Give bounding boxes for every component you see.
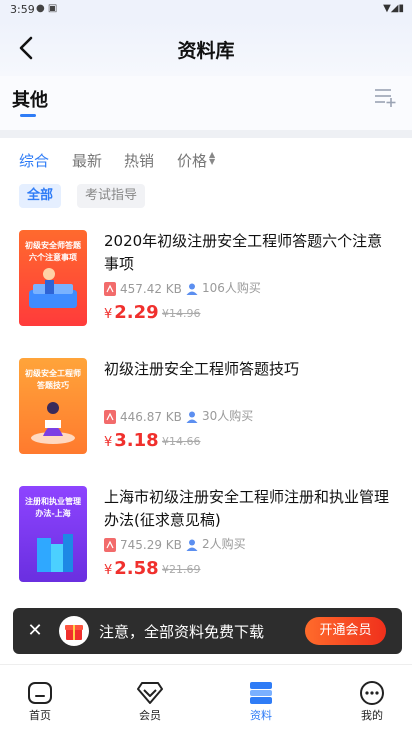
chat-dots-icon xyxy=(360,681,384,705)
item-price: ¥2.58 xyxy=(104,558,159,579)
list-item[interactable]: 注册和执业管理办法-上海 上海市初级注册安全工程师注册和执业管理办法(征求意见稿… xyxy=(0,486,412,596)
item-buyers: 2人购买 xyxy=(186,536,246,552)
item-buyers: 106人购买 xyxy=(186,280,261,296)
status-bar: 3:59 ● ▣ ▼◢▮ xyxy=(0,0,412,20)
item-price: ¥3.18 xyxy=(104,430,159,451)
stacked-docs-icon xyxy=(250,682,272,704)
category-underline xyxy=(20,114,36,117)
item-buyers: 30人购买 xyxy=(186,408,253,424)
person-icon xyxy=(186,411,198,423)
diamond-icon xyxy=(137,682,163,704)
pdf-icon xyxy=(104,409,116,424)
item-title: 2020年初级注册安全工程师答题六个注意事项 xyxy=(104,232,383,273)
category-title[interactable]: 其他 xyxy=(12,86,48,112)
item-size: 745.29 KB xyxy=(104,536,182,552)
pdf-icon xyxy=(104,537,116,552)
open-membership-button[interactable]: 开通会员 xyxy=(305,617,386,645)
sort-latest[interactable]: 最新 xyxy=(72,150,102,171)
item-thumbnail: 初级安全师答题六个注意事项 xyxy=(19,230,87,326)
promo-banner: ✕ 注意，全部资料免费下载 开通会员 xyxy=(13,608,402,654)
item-thumbnail: 注册和执业管理办法-上海 xyxy=(19,486,87,582)
bottom-tab-bar: 首页 会员 资料 我的 xyxy=(0,664,412,734)
section-divider xyxy=(0,130,412,138)
item-size: 457.42 KB xyxy=(104,280,182,296)
list-item[interactable]: 初级安全工程师答题技巧 初级注册安全工程师答题技巧 446.87 KB 30人购… xyxy=(0,358,412,468)
person-icon xyxy=(186,283,198,295)
tab-label: 首页 xyxy=(29,709,51,722)
close-icon[interactable]: ✕ xyxy=(23,619,47,643)
item-title: 初级注册安全工程师答题技巧 xyxy=(104,360,300,378)
home-icon xyxy=(28,682,52,704)
gift-icon xyxy=(59,616,89,646)
filter-exam-guide[interactable]: 考试指导 xyxy=(77,184,146,208)
tab-materials[interactable]: 资料 xyxy=(231,665,291,734)
header: 资料库 xyxy=(0,20,412,76)
list-add-icon xyxy=(375,89,396,107)
item-original-price: ¥21.69 xyxy=(162,563,201,576)
person-icon xyxy=(186,539,198,551)
promo-text: 注意，全部资料免费下载 xyxy=(99,623,265,641)
tab-label: 我的 xyxy=(361,709,383,722)
signal-battery-icons: ▼◢▮ xyxy=(383,3,404,14)
books-illustration-icon xyxy=(37,534,73,572)
sort-comprehensive[interactable]: 综合 xyxy=(19,150,49,171)
filter-all[interactable]: 全部 xyxy=(19,184,62,208)
list-item[interactable]: 初级安全师答题六个注意事项 2020年初级注册安全工程师答题六个注意事项 457… xyxy=(0,230,412,340)
item-original-price: ¥14.66 xyxy=(162,435,201,448)
tab-label: 会员 xyxy=(139,709,161,722)
page-title: 资料库 xyxy=(177,40,235,62)
sort-arrows-icon: ▲ ▼ xyxy=(209,150,216,166)
sort-price[interactable]: 价格 xyxy=(177,150,207,171)
item-title: 上海市初级注册安全工程师注册和执业管理办法(征求意见稿) xyxy=(104,488,390,529)
sort-bar: 综合 最新 热销 价格 ▲ ▼ xyxy=(0,148,412,172)
pdf-icon xyxy=(104,281,116,296)
tab-membership[interactable]: 会员 xyxy=(120,665,180,734)
notification-icons: ● ▣ xyxy=(36,3,58,14)
tab-label: 资料 xyxy=(250,709,272,722)
sort-hot[interactable]: 热销 xyxy=(124,150,154,171)
item-price: ¥2.29 xyxy=(104,302,159,323)
item-thumbnail: 初级安全工程师答题技巧 xyxy=(19,358,87,454)
book-illustration-icon xyxy=(29,268,77,308)
category-menu-button[interactable] xyxy=(374,86,396,108)
reading-illustration-icon xyxy=(31,402,75,444)
tab-mine[interactable]: 我的 xyxy=(342,665,402,734)
item-original-price: ¥14.96 xyxy=(162,307,201,320)
tab-home[interactable]: 首页 xyxy=(10,665,70,734)
status-time: 3:59 xyxy=(10,3,35,16)
category-bar: 其他 xyxy=(0,76,412,130)
item-size: 446.87 KB xyxy=(104,408,182,424)
